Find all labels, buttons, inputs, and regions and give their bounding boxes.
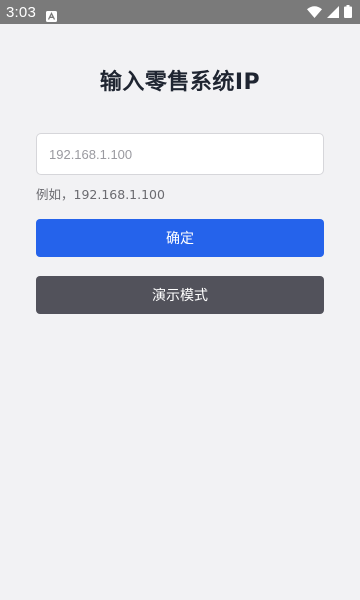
wifi-icon [307, 3, 322, 22]
page-title: 输入零售系统IP [99, 70, 261, 95]
confirm-button-label: 确定 [166, 231, 194, 247]
demo-mode-button[interactable]: 演示模式 [36, 276, 324, 314]
status-icons [307, 3, 352, 22]
battery-icon [344, 3, 352, 22]
cellular-signal-icon [327, 3, 339, 22]
ip-example-hint: 例如，192.168.1.100 [36, 187, 165, 202]
app-notification-icon [46, 7, 57, 22]
demo-mode-button-label: 演示模式 [152, 288, 208, 304]
status-time: 3:03 [6, 3, 36, 21]
status-bar: 3:03 [0, 0, 360, 24]
confirm-button[interactable]: 确定 [36, 219, 324, 257]
ip-address-input[interactable] [36, 133, 324, 175]
